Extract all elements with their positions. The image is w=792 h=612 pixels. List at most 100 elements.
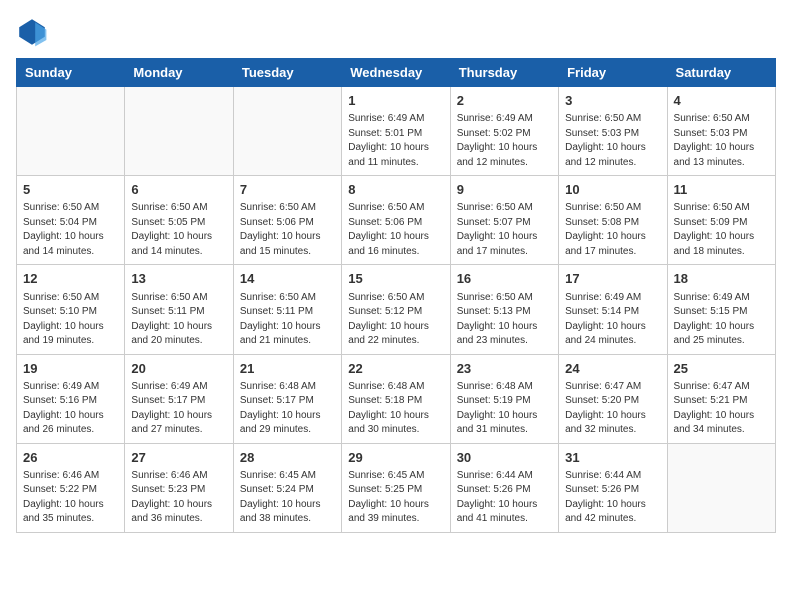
day-number: 2 [457,92,552,110]
day-number: 15 [348,270,443,288]
day-number: 24 [565,360,660,378]
weekday-header-row: SundayMondayTuesdayWednesdayThursdayFrid… [17,59,776,87]
day-number: 17 [565,270,660,288]
day-info: Sunrise: 6:50 AMSunset: 5:11 PMDaylight:… [131,291,226,349]
day-number: 16 [457,270,552,288]
week-row-2: 5 Sunrise: 6:50 AMSunset: 5:04 PMDaylight… [17,176,776,265]
day-info: Sunrise: 6:48 AMSunset: 5:17 PMDaylight:… [240,380,335,438]
day-info: Sunrise: 6:46 AMSunset: 5:22 PMDaylight:… [23,469,118,527]
calendar-cell: 23Sunrise: 6:48 AMSunset: 5:19 PMDayligh… [450,354,558,443]
day-info: Sunrise: 6:50 AMSunset: 5:07 PMDaylight:… [457,201,552,259]
day-number: 5 [23,181,118,199]
day-number: 7 [240,181,335,199]
calendar-cell [233,87,341,176]
day-number: 21 [240,360,335,378]
calendar-cell: 28Sunrise: 6:45 AMSunset: 5:24 PMDayligh… [233,443,341,532]
calendar-cell: 31 Sunrise: 6:44 AMSunset: 5:26 PMDayligh… [559,443,667,532]
day-number: 6 [131,181,226,199]
week-row-3: 12 Sunrise: 6:50 AMSunset: 5:10 PMDayligh… [17,265,776,354]
day-number: 12 [23,270,118,288]
calendar-cell: 25 Sunrise: 6:47 AMSunset: 5:21 PMDayligh… [667,354,775,443]
day-number: 13 [131,270,226,288]
day-info: Sunrise: 6:50 AMSunset: 5:03 PMDaylight:… [565,112,660,170]
calendar-cell: 20 Sunrise: 6:49 AMSunset: 5:17 PMDayligh… [125,354,233,443]
day-info: Sunrise: 6:50 AMSunset: 5:13 PMDaylight:… [457,291,552,349]
day-info: Sunrise: 6:49 AMSunset: 5:02 PMDaylight:… [457,112,552,170]
calendar-cell: 19Sunrise: 6:49 AMSunset: 5:16 PMDayligh… [17,354,125,443]
day-info: Sunrise: 6:50 AMSunset: 5:11 PMDaylight:… [240,291,335,349]
day-info: Sunrise: 6:49 AMSunset: 5:16 PMDaylight:… [23,380,118,438]
day-number: 11 [674,181,769,199]
week-row-5: 26 Sunrise: 6:46 AMSunset: 5:22 PMDayligh… [17,443,776,532]
day-info: Sunrise: 6:49 AMSunset: 5:17 PMDaylight:… [131,380,226,438]
calendar-cell: 26 Sunrise: 6:46 AMSunset: 5:22 PMDayligh… [17,443,125,532]
day-number: 23 [457,360,552,378]
calendar-cell: 29 Sunrise: 6:45 AMSunset: 5:25 PMDayligh… [342,443,450,532]
day-number: 26 [23,449,118,467]
day-number: 22 [348,360,443,378]
day-info: Sunrise: 6:48 AMSunset: 5:18 PMDaylight:… [348,380,443,438]
day-number: 10 [565,181,660,199]
weekday-header-monday: Monday [125,59,233,87]
calendar-cell: 18Sunrise: 6:49 AMSunset: 5:15 PMDayligh… [667,265,775,354]
day-number: 9 [457,181,552,199]
calendar-cell: 13 Sunrise: 6:50 AMSunset: 5:11 PMDayligh… [125,265,233,354]
weekday-header-thursday: Thursday [450,59,558,87]
day-info: Sunrise: 6:50 AMSunset: 5:09 PMDaylight:… [674,201,769,259]
day-info: Sunrise: 6:50 AMSunset: 5:06 PMDaylight:… [240,201,335,259]
weekday-header-friday: Friday [559,59,667,87]
day-number: 30 [457,449,552,467]
calendar-cell: 22 Sunrise: 6:48 AMSunset: 5:18 PMDayligh… [342,354,450,443]
calendar-cell: 12 Sunrise: 6:50 AMSunset: 5:10 PMDayligh… [17,265,125,354]
day-number: 20 [131,360,226,378]
calendar-cell: 2 Sunrise: 6:49 AMSunset: 5:02 PMDaylight… [450,87,558,176]
day-info: Sunrise: 6:50 AMSunset: 5:06 PMDaylight:… [348,201,443,259]
calendar-cell [125,87,233,176]
day-info: Sunrise: 6:47 AMSunset: 5:21 PMDaylight:… [674,380,769,438]
calendar-cell: 1Sunrise: 6:49 AMSunset: 5:01 PMDaylight… [342,87,450,176]
calendar-cell [17,87,125,176]
day-number: 27 [131,449,226,467]
calendar-cell: 30Sunrise: 6:44 AMSunset: 5:26 PMDayligh… [450,443,558,532]
day-info: Sunrise: 6:44 AMSunset: 5:26 PMDaylight:… [565,469,660,527]
weekday-header-tuesday: Tuesday [233,59,341,87]
day-number: 3 [565,92,660,110]
calendar-cell: 8 Sunrise: 6:50 AMSunset: 5:06 PMDaylight… [342,176,450,265]
calendar-cell: 21 Sunrise: 6:48 AMSunset: 5:17 PMDayligh… [233,354,341,443]
day-number: 29 [348,449,443,467]
week-row-4: 19Sunrise: 6:49 AMSunset: 5:16 PMDayligh… [17,354,776,443]
day-info: Sunrise: 6:50 AMSunset: 5:03 PMDaylight:… [674,112,769,170]
calendar-cell: 24Sunrise: 6:47 AMSunset: 5:20 PMDayligh… [559,354,667,443]
day-info: Sunrise: 6:50 AMSunset: 5:04 PMDaylight:… [23,201,118,259]
day-info: Sunrise: 6:49 AMSunset: 5:15 PMDaylight:… [674,291,769,349]
calendar-cell: 3 Sunrise: 6:50 AMSunset: 5:03 PMDaylight… [559,87,667,176]
calendar-cell: 27 Sunrise: 6:46 AMSunset: 5:23 PMDayligh… [125,443,233,532]
page-container: SundayMondayTuesdayWednesdayThursdayFrid… [0,0,792,543]
weekday-header-wednesday: Wednesday [342,59,450,87]
logo [16,16,52,48]
day-number: 31 [565,449,660,467]
day-number: 25 [674,360,769,378]
day-info: Sunrise: 6:49 AMSunset: 5:14 PMDaylight:… [565,291,660,349]
calendar-cell: 17 Sunrise: 6:49 AMSunset: 5:14 PMDayligh… [559,265,667,354]
weekday-header-saturday: Saturday [667,59,775,87]
weekday-header-sunday: Sunday [17,59,125,87]
calendar-cell: 10Sunrise: 6:50 AMSunset: 5:08 PMDayligh… [559,176,667,265]
day-info: Sunrise: 6:50 AMSunset: 5:10 PMDaylight:… [23,291,118,349]
calendar-cell: 5 Sunrise: 6:50 AMSunset: 5:04 PMDaylight… [17,176,125,265]
calendar-cell: 4 Sunrise: 6:50 AMSunset: 5:03 PMDaylight… [667,87,775,176]
day-number: 1 [348,92,443,110]
calendar-table: SundayMondayTuesdayWednesdayThursdayFrid… [16,58,776,533]
week-row-1: 1Sunrise: 6:49 AMSunset: 5:01 PMDaylight… [17,87,776,176]
calendar-cell: 6 Sunrise: 6:50 AMSunset: 5:05 PMDaylight… [125,176,233,265]
calendar-cell: 11 Sunrise: 6:50 AMSunset: 5:09 PMDayligh… [667,176,775,265]
day-number: 8 [348,181,443,199]
calendar-cell: 7 Sunrise: 6:50 AMSunset: 5:06 PMDaylight… [233,176,341,265]
day-info: Sunrise: 6:45 AMSunset: 5:25 PMDaylight:… [348,469,443,527]
day-number: 28 [240,449,335,467]
day-info: Sunrise: 6:50 AMSunset: 5:05 PMDaylight:… [131,201,226,259]
calendar-cell: 9 Sunrise: 6:50 AMSunset: 5:07 PMDaylight… [450,176,558,265]
day-info: Sunrise: 6:46 AMSunset: 5:23 PMDaylight:… [131,469,226,527]
day-number: 4 [674,92,769,110]
calendar-cell: 14Sunrise: 6:50 AMSunset: 5:11 PMDayligh… [233,265,341,354]
